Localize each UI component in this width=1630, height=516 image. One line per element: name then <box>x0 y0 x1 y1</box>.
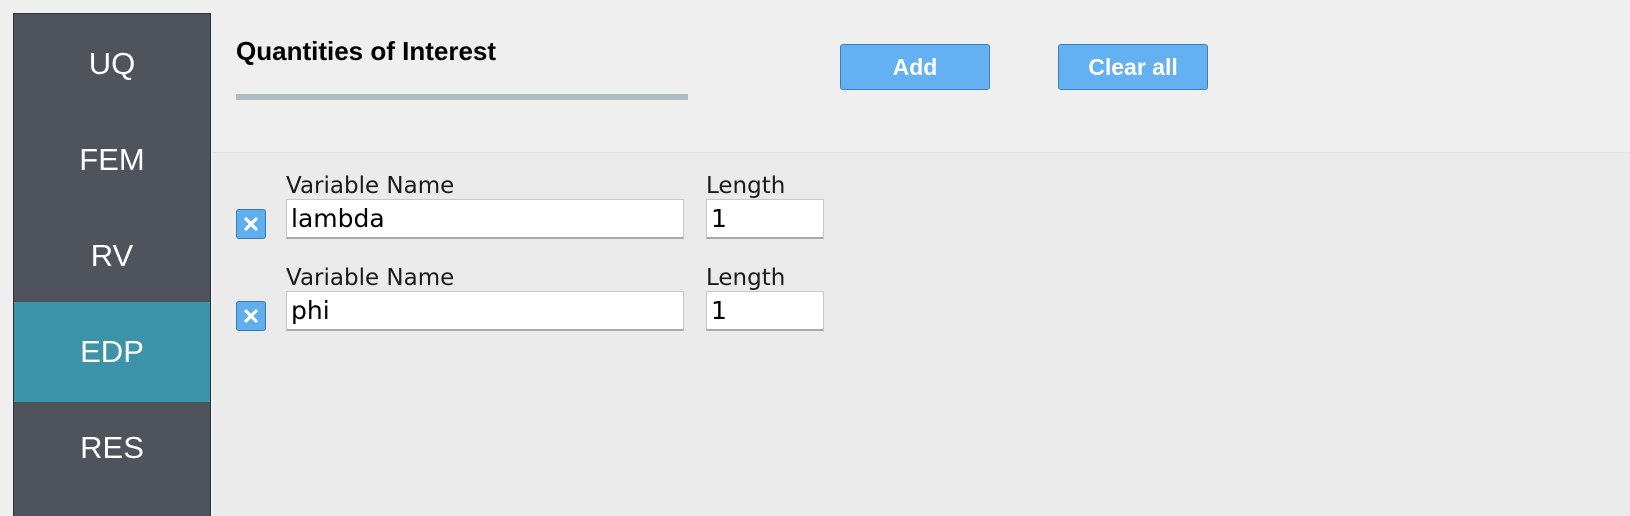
variable-name-field[interactable] <box>286 291 684 331</box>
page-title: Quantities of Interest <box>236 36 497 66</box>
length-field[interactable] <box>706 199 824 239</box>
add-button[interactable]: Add <box>840 44 990 90</box>
length-label: Length <box>706 265 786 291</box>
app-window: UQ FEM RV EDP RES Quantities of Interest… <box>0 0 1630 516</box>
quantities-panel: Variable Name Length Variable Name Lengt… <box>213 152 1630 516</box>
sidebar-item-edp[interactable]: EDP <box>14 302 210 402</box>
list-item: Variable Name Length <box>213 265 1630 345</box>
remove-row-button[interactable] <box>236 209 266 239</box>
sidebar-item-label: UQ <box>88 46 136 81</box>
sidebar-item-label: FEM <box>79 142 145 177</box>
sidebar-item-uq[interactable]: UQ <box>14 14 210 114</box>
remove-row-button[interactable] <box>236 301 266 331</box>
clear-all-button[interactable]: Clear all <box>1058 44 1208 90</box>
length-field[interactable] <box>706 291 824 331</box>
sidebar-item-rv[interactable]: RV <box>14 206 210 306</box>
close-icon <box>244 309 258 323</box>
length-label: Length <box>706 173 786 199</box>
title-underline <box>236 94 688 100</box>
sidebar-item-fem[interactable]: FEM <box>14 110 210 210</box>
variable-name-label: Variable Name <box>286 173 455 199</box>
sidebar: UQ FEM RV EDP RES <box>13 13 211 516</box>
list-item: Variable Name Length <box>213 173 1630 253</box>
sidebar-item-label: RV <box>90 238 134 273</box>
sidebar-item-label: EDP <box>80 334 144 369</box>
variable-name-field[interactable] <box>286 199 684 239</box>
close-icon <box>244 217 258 231</box>
variable-name-label: Variable Name <box>286 265 455 291</box>
sidebar-item-res[interactable]: RES <box>14 398 210 498</box>
sidebar-item-label: RES <box>80 430 144 465</box>
